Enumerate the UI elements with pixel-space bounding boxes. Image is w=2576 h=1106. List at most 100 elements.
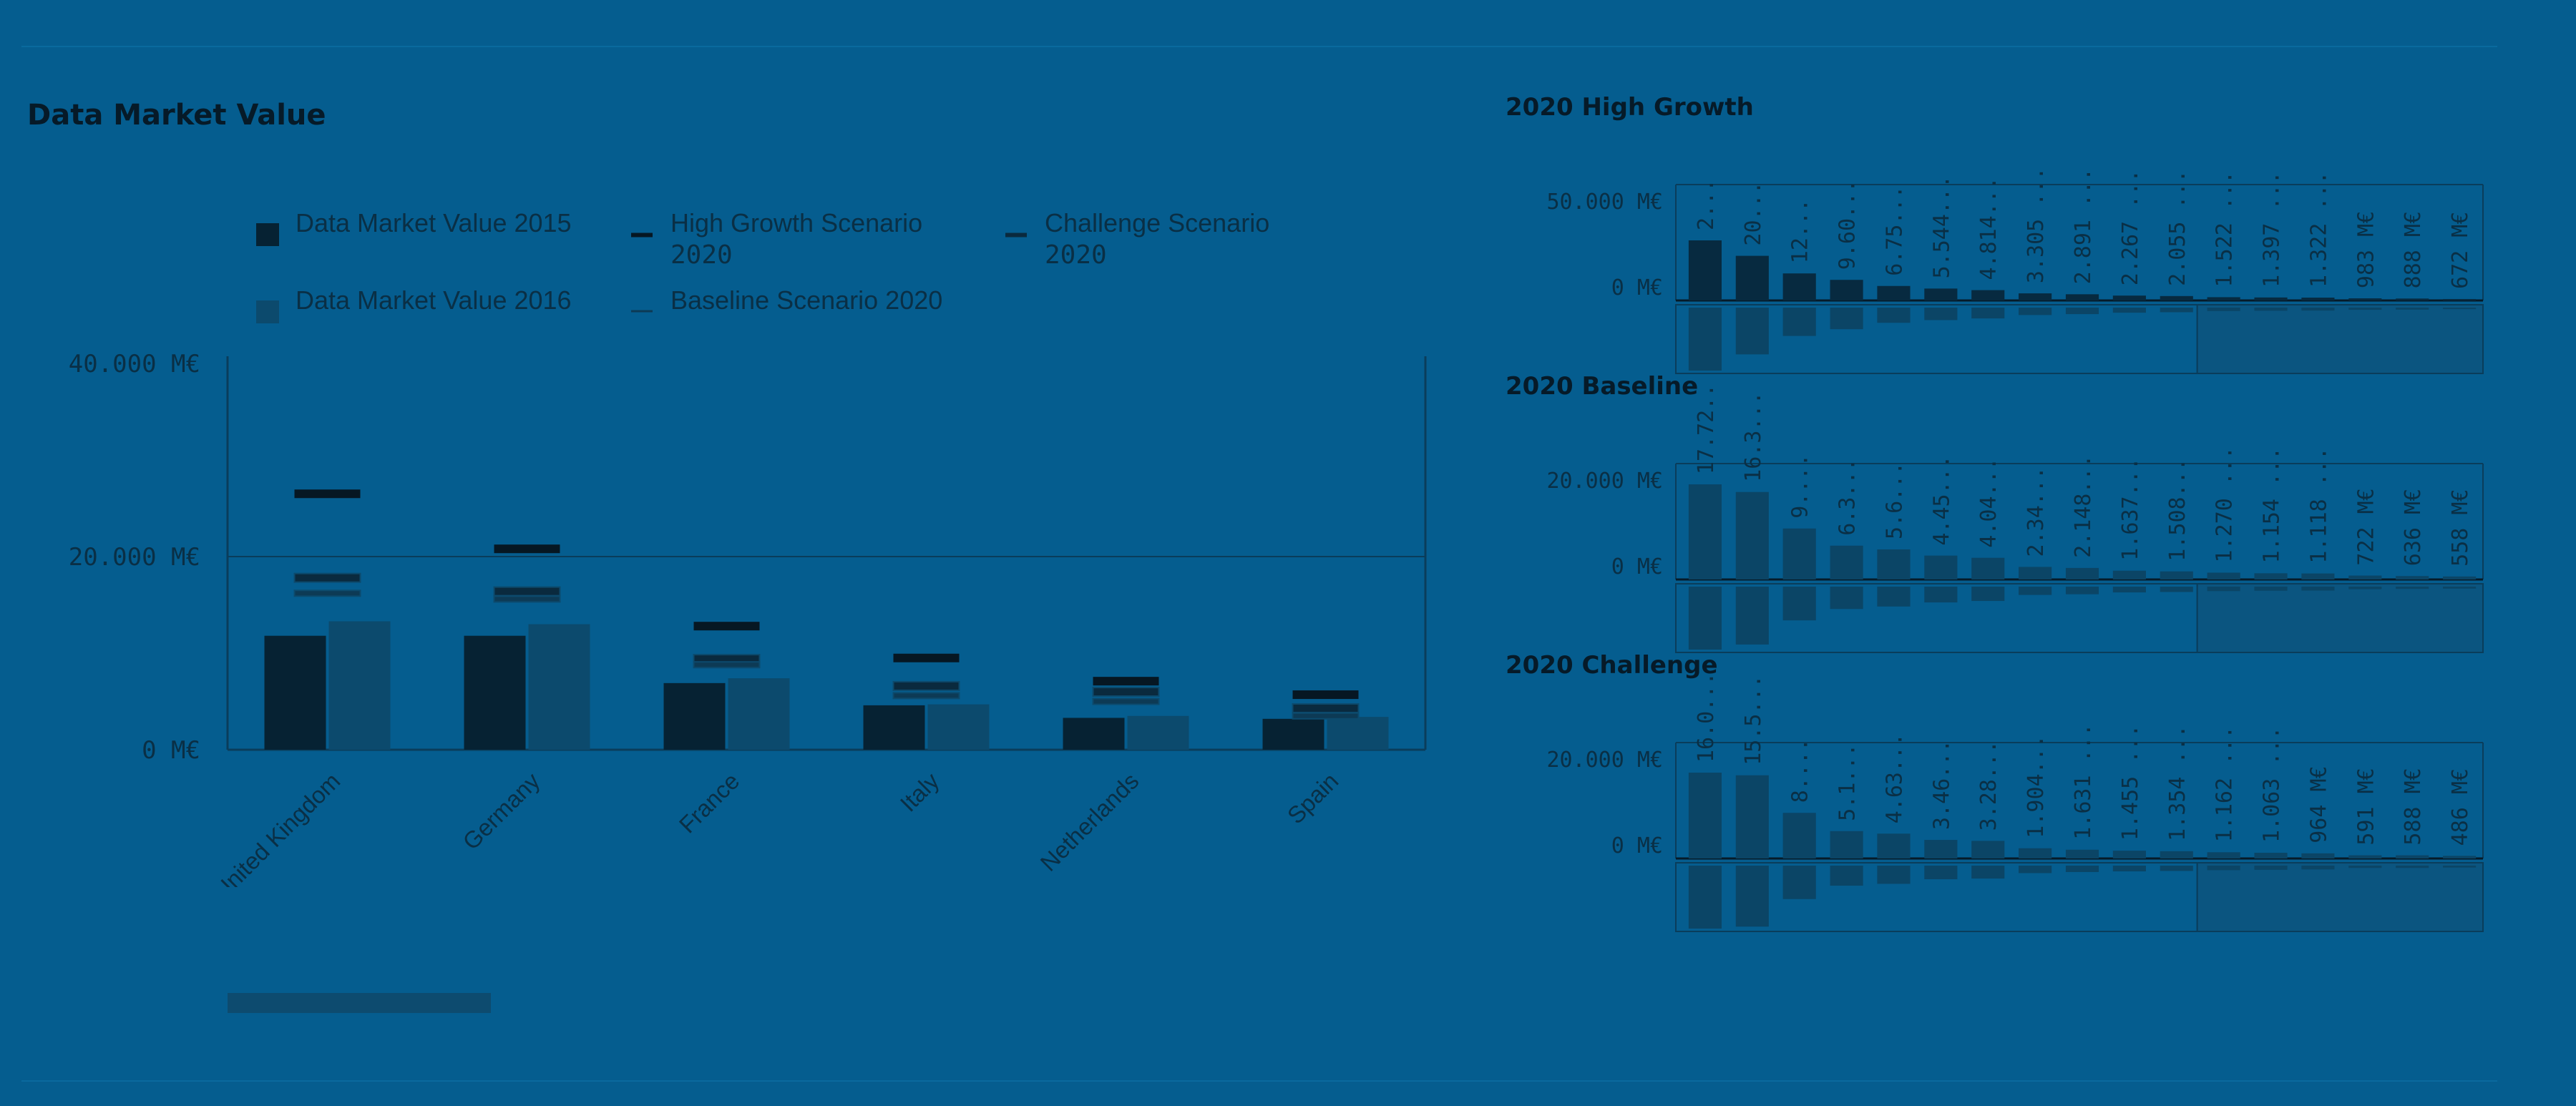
- mini-bar-value-label: 1.508...: [2165, 458, 2190, 561]
- mini-bar-value-label: 2...: [1694, 179, 1719, 230]
- legend-item[interactable]: Baseline Scenario 2020: [631, 285, 942, 315]
- mini-bar: [1782, 273, 1816, 300]
- mini-bar-value-label: 983 M€: [2353, 211, 2379, 288]
- mini-bar: [1782, 528, 1816, 579]
- mini-bar-value-label: 964 M€: [2306, 765, 2331, 843]
- navigator-bar: [2396, 866, 2429, 868]
- navigator-bar: [1924, 866, 1958, 880]
- legend-label-line: 2020: [1045, 240, 1107, 270]
- mini-bar-value-label: 1.322 ...: [2306, 171, 2331, 288]
- x-category-label: Germany: [457, 767, 545, 854]
- navigator-bar: [1924, 308, 1958, 320]
- mini-bar: [1877, 285, 1911, 300]
- mini-bar-value-label: 1.154 ...: [2260, 447, 2285, 564]
- mini-bar: [1688, 484, 1722, 579]
- mini-bar-value-label: 1.118 ...: [2306, 447, 2331, 564]
- bar-2016: [728, 678, 790, 750]
- legend-label: Baseline Scenario 2020: [670, 285, 942, 315]
- mini-bar-value-label: 1.397 ...: [2260, 171, 2285, 288]
- navigator-bar: [1782, 866, 1816, 899]
- mini-bar: [1688, 773, 1722, 858]
- mini-bar: [2254, 297, 2288, 300]
- x-category-label: United Kingdom: [208, 768, 345, 887]
- mini-bar: [2396, 298, 2429, 300]
- y-tick-label: 20.000 M€: [69, 543, 200, 572]
- mini-bar-value-label: 588 M€: [2401, 768, 2426, 845]
- mini-bar-value-label: 486 M€: [2448, 768, 2473, 846]
- legend-label: Challenge Scenario 2020: [1045, 208, 1269, 270]
- mini-bar: [1782, 813, 1816, 858]
- mini-bar: [2301, 853, 2335, 858]
- mini-bar: [2254, 573, 2288, 579]
- mini-bar: [2019, 293, 2052, 300]
- navigator-bar: [1688, 587, 1722, 650]
- mini-bar: [1924, 288, 1958, 300]
- legend-swatch: [631, 233, 653, 238]
- marker-high-growth: [1292, 690, 1359, 700]
- legend-item[interactable]: High Growth Scenario 2020: [631, 208, 922, 270]
- navigator-bar: [2207, 308, 2240, 311]
- marker-baseline: [493, 595, 561, 603]
- mini-bar-value-label: 672 M€: [2448, 212, 2473, 289]
- mini-bar: [2019, 848, 2052, 858]
- navigator-bar: [2112, 866, 2146, 872]
- marker-high-growth: [693, 622, 760, 631]
- mini-bar: [1971, 290, 2005, 300]
- navigator-bar: [2443, 308, 2477, 310]
- mini-bar-chart[interactable]: 20.000 M€ 0 M€ 16.0... 15.5... 8.... 5.1... 4.…: [1503, 665, 2576, 951]
- data-market-value-chart[interactable]: Data Market Value 2015 High Growth Scenar…: [0, 172, 1445, 887]
- navigator-bar: [1782, 587, 1816, 621]
- mini-bar-chart[interactable]: 20.000 M€ 0 M€ 17.72... 16.3... 9.... 6.3... 5…: [1503, 386, 2576, 672]
- legend-item[interactable]: Data Market Value 2016: [256, 285, 572, 323]
- legend-item[interactable]: Data Market Value 2015: [256, 208, 572, 246]
- mini-bar: [2207, 852, 2240, 858]
- mini-bar: [2112, 851, 2146, 858]
- navigator-bar: [2348, 866, 2382, 868]
- bar-2015: [1063, 718, 1125, 750]
- mini-bar-value-label: 5.544...: [1929, 175, 1954, 278]
- chart-scrollbar[interactable]: [228, 993, 491, 1013]
- bar-2015: [264, 635, 326, 750]
- mini-bar: [1735, 255, 1769, 300]
- mini-bar-value-label: 1.063 ...: [2260, 726, 2285, 843]
- mini-bar-value-label: 558 M€: [2448, 489, 2473, 566]
- bar-2016: [1127, 715, 1189, 750]
- legend-swatch: [256, 223, 279, 246]
- mini-bar: [2443, 576, 2477, 579]
- navigator-bar: [2396, 308, 2429, 310]
- mini-bar-value-label: 636 M€: [2401, 489, 2426, 566]
- legend-label-line: Data Market Value 2015: [296, 208, 572, 238]
- bar-2016: [927, 704, 990, 750]
- navigator-bar: [2160, 308, 2193, 313]
- navigator-bar: [1735, 308, 1769, 355]
- mini-bar-chart[interactable]: 50.000 M€ 0 M€ 2... 20... 12... 9.60... 6.75..…: [1503, 107, 2576, 393]
- marker-high-growth: [893, 653, 960, 662]
- navigator-bar: [1877, 308, 1911, 323]
- navigator-bar: [1688, 866, 1722, 929]
- main-chart-title: Data Market Value: [27, 99, 326, 132]
- navigator-bar: [1830, 308, 1863, 330]
- mini-bar-value-label: 1.162 ...: [2212, 726, 2238, 843]
- mini-bar: [2112, 570, 2146, 579]
- mini-bar-value-label: 20...: [1741, 181, 1766, 245]
- mini-bar-value-label: 722 M€: [2353, 488, 2379, 565]
- y-tick-label: 0 M€: [1611, 833, 1663, 858]
- mini-bar-value-label: 888 M€: [2401, 211, 2426, 288]
- mini-bar: [2443, 298, 2477, 300]
- marker-challenge: [892, 680, 960, 691]
- legend-label-line: Baseline Scenario 2020: [670, 285, 942, 315]
- navigator-bar: [2019, 308, 2052, 315]
- marker-high-growth: [494, 544, 560, 554]
- mini-bar-value-label: 1.455 ...: [2118, 725, 2143, 841]
- navigator-bar: [2254, 587, 2288, 591]
- mini-bar-value-label: 1.522 ...: [2212, 171, 2238, 288]
- navigator-bar: [1971, 866, 2005, 879]
- y-tick-label: 40.000 M€: [69, 350, 200, 378]
- mini-bar-value-label: 4.63...: [1882, 733, 1907, 823]
- mini-bar-value-label: 2.34...: [2024, 466, 2049, 557]
- marker-baseline: [293, 589, 361, 597]
- legend-item[interactable]: Challenge Scenario 2020: [1005, 208, 1269, 270]
- navigator-bar: [2207, 866, 2240, 871]
- legend-label-line: Challenge Scenario: [1045, 208, 1269, 238]
- navigator-selection: [2196, 304, 2484, 374]
